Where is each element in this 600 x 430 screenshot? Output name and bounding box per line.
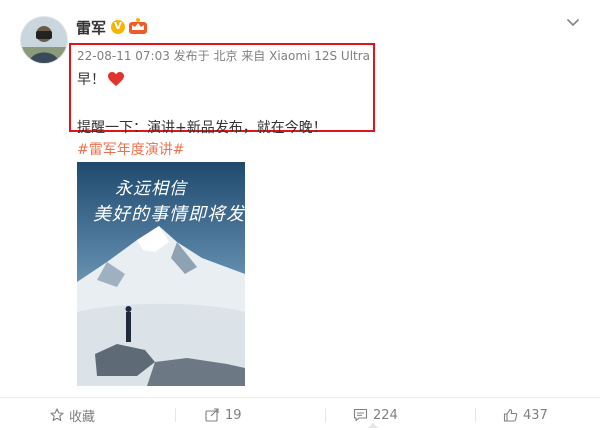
forward-icon	[205, 408, 219, 422]
hashtag-link[interactable]: #雷军年度演讲#	[77, 139, 184, 159]
thumbs-up-icon	[503, 408, 518, 422]
separator	[325, 408, 326, 422]
poster-title: 永远相信	[115, 179, 187, 199]
post-text-greeting: 早！	[77, 72, 105, 88]
comment-caret	[368, 423, 378, 428]
post-text-line1: 早！	[77, 69, 125, 91]
verified-v-icon: V	[111, 20, 125, 34]
comment-count: 224	[373, 407, 398, 423]
chevron-down-icon[interactable]	[564, 14, 582, 32]
separator	[475, 408, 476, 422]
username[interactable]: 雷军	[76, 17, 106, 38]
favorite-button[interactable]: 收藏	[50, 404, 95, 426]
action-divider	[0, 397, 600, 398]
post-text-line2: 提醒一下：演讲+新品发布，就在今晚！	[77, 120, 327, 136]
star-icon	[50, 408, 64, 422]
post-image[interactable]: 永远相信 美好的事情即将发生	[77, 162, 245, 386]
post-meta[interactable]: 22-08-11 07:03 发布于 北京 来自 Xiaomi 12S Ultr…	[77, 47, 370, 64]
forward-count: 19	[225, 407, 242, 423]
comment-icon	[353, 408, 368, 422]
poster-subtitle: 美好的事情即将发生	[93, 204, 245, 225]
avatar[interactable]	[20, 16, 68, 64]
crown-icon	[128, 17, 148, 35]
separator	[175, 408, 176, 422]
heart-icon	[107, 71, 125, 91]
favorite-label: 收藏	[69, 409, 96, 425]
forward-button[interactable]: 19	[205, 404, 242, 426]
like-count: 437	[523, 407, 548, 423]
like-button[interactable]: 437	[503, 404, 548, 426]
